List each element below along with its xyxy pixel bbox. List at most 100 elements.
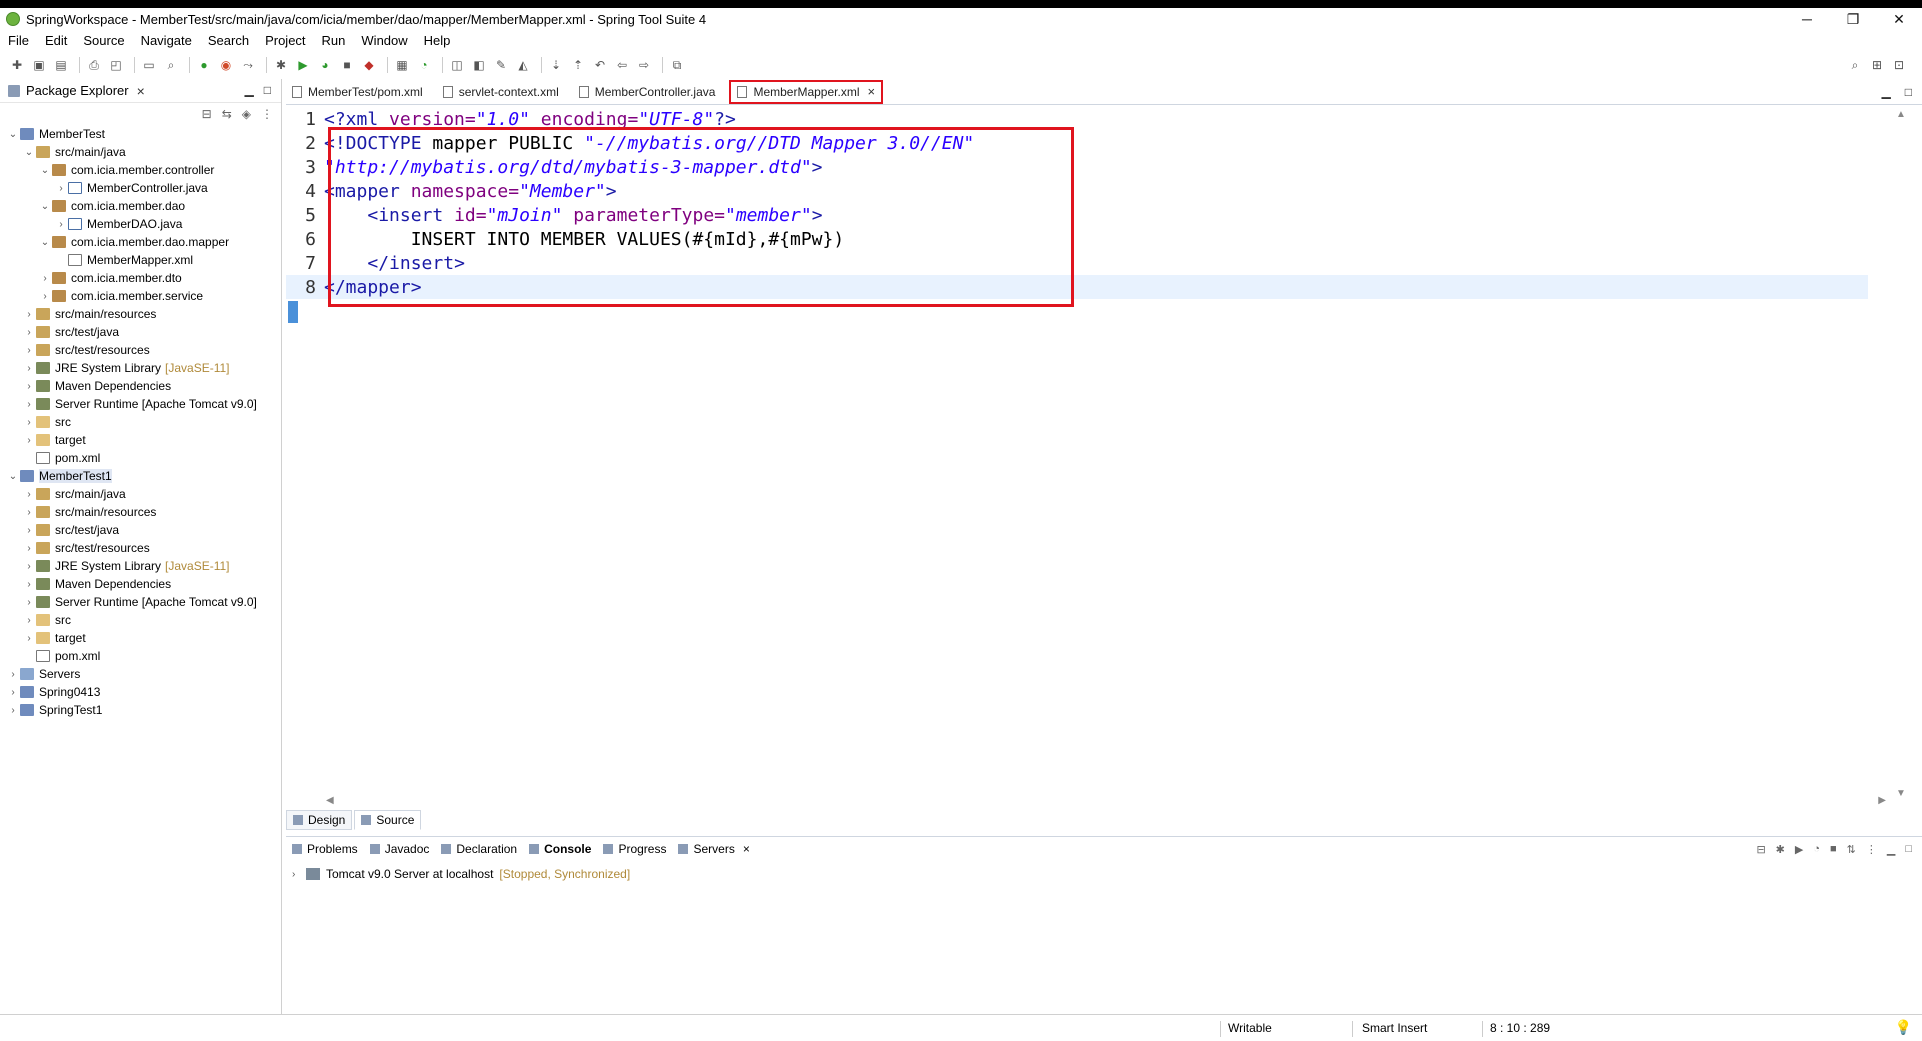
chevron-right-icon[interactable]: › bbox=[22, 417, 36, 428]
tree-item[interactable]: pom.xml bbox=[0, 449, 282, 467]
next-annotation-icon[interactable]: ⇣ bbox=[547, 56, 565, 74]
close-icon[interactable]: × bbox=[867, 84, 875, 99]
minimize-icon[interactable]: ▁ bbox=[245, 83, 254, 97]
tree-item[interactable]: › target bbox=[0, 431, 282, 449]
focus-icon[interactable]: ◈ bbox=[242, 107, 251, 121]
new-class-icon[interactable]: ◔ bbox=[415, 56, 433, 74]
tree-item[interactable]: ⌄ com.icia.member.controller bbox=[0, 161, 282, 179]
chevron-right-icon[interactable]: › bbox=[22, 345, 36, 356]
debug-server-icon[interactable]: ✱ bbox=[1776, 843, 1785, 856]
tree-item[interactable]: › com.icia.member.dto bbox=[0, 269, 282, 287]
open-type-icon[interactable]: ◰ bbox=[107, 56, 125, 74]
spring-icon[interactable]: ◉ bbox=[217, 56, 235, 74]
new-icon[interactable]: ✚ bbox=[8, 56, 26, 74]
maximize-icon[interactable]: □ bbox=[264, 83, 271, 97]
stop-server-icon[interactable]: ■ bbox=[1830, 843, 1837, 856]
tree-item[interactable]: › JRE System Library [JavaSE-11] bbox=[0, 359, 282, 377]
tab-source[interactable]: Source bbox=[354, 810, 422, 830]
menu-navigate[interactable]: Navigate bbox=[141, 33, 192, 48]
menu-window[interactable]: Window bbox=[361, 33, 407, 48]
scroll-left-icon[interactable]: ◀ bbox=[326, 795, 334, 806]
start-server-icon[interactable]: ▶ bbox=[1795, 843, 1803, 856]
editor-tab[interactable]: MemberMapper.xml × bbox=[729, 79, 884, 104]
menu-source[interactable]: Source bbox=[83, 33, 124, 48]
chevron-right-icon[interactable]: › bbox=[38, 273, 52, 284]
menu-project[interactable]: Project bbox=[265, 33, 305, 48]
tree-item[interactable]: › src/test/resources bbox=[0, 341, 282, 359]
print-icon[interactable]: ⎙ bbox=[85, 56, 103, 74]
tree-item[interactable]: MemberMapper.xml bbox=[0, 251, 282, 269]
tab-design[interactable]: Design bbox=[286, 810, 353, 830]
java-perspective-icon[interactable]: ⊡ bbox=[1890, 56, 1908, 74]
last-edit-icon[interactable]: ↶ bbox=[591, 56, 609, 74]
forward-icon[interactable]: ⇨ bbox=[635, 56, 653, 74]
chevron-down-icon[interactable]: ⌄ bbox=[22, 147, 36, 158]
tree-item[interactable]: › Spring0413 bbox=[0, 683, 282, 701]
tree-item[interactable]: › JRE System Library [JavaSE-11] bbox=[0, 557, 282, 575]
chevron-down-icon[interactable]: ⌄ bbox=[6, 129, 20, 140]
menu-file[interactable]: File bbox=[8, 33, 29, 48]
tree-item[interactable]: › src/test/java bbox=[0, 521, 282, 539]
console-icon[interactable]: ▭ bbox=[140, 56, 158, 74]
tree-item[interactable]: › SpringTest1 bbox=[0, 701, 282, 719]
chevron-right-icon[interactable]: › bbox=[22, 561, 36, 572]
minimize-button[interactable]: ─ bbox=[1784, 8, 1830, 30]
minimize-icon[interactable]: ▁ bbox=[1887, 843, 1895, 856]
expand-icon[interactable]: › bbox=[292, 869, 306, 880]
chevron-right-icon[interactable]: › bbox=[54, 219, 68, 230]
tree-item[interactable]: pom.xml bbox=[0, 647, 282, 665]
scroll-up-icon[interactable]: ▲ bbox=[1896, 109, 1906, 120]
chevron-right-icon[interactable]: › bbox=[54, 183, 68, 194]
search-tool-icon[interactable]: ⌕ bbox=[162, 56, 180, 74]
tree-item[interactable]: ⌄ com.icia.member.dao bbox=[0, 197, 282, 215]
debug-icon[interactable]: ✱ bbox=[272, 56, 290, 74]
annotation-icon[interactable]: ◭ bbox=[514, 56, 532, 74]
chevron-right-icon[interactable]: › bbox=[6, 669, 20, 680]
view-menu-icon[interactable]: ⋮ bbox=[1866, 843, 1877, 856]
tree-item[interactable]: › Server Runtime [Apache Tomcat v9.0] bbox=[0, 395, 282, 413]
new-package-icon[interactable]: ▦ bbox=[393, 56, 411, 74]
open-file-icon[interactable]: ◧ bbox=[470, 56, 488, 74]
tree-item[interactable]: › Server Runtime [Apache Tomcat v9.0] bbox=[0, 593, 282, 611]
lightbulb-icon[interactable]: 💡 bbox=[1895, 1019, 1912, 1036]
tree-item[interactable]: › Servers bbox=[0, 665, 282, 683]
coverage-icon[interactable]: ◕ bbox=[316, 56, 334, 74]
save-all-icon[interactable]: ▤ bbox=[52, 56, 70, 74]
chevron-right-icon[interactable]: › bbox=[22, 489, 36, 500]
tree-item[interactable]: › src bbox=[0, 413, 282, 431]
tree-item[interactable]: › src/main/resources bbox=[0, 305, 282, 323]
chevron-right-icon[interactable]: › bbox=[22, 399, 36, 410]
publish-icon[interactable]: ⇅ bbox=[1847, 843, 1856, 856]
chevron-right-icon[interactable]: › bbox=[22, 363, 36, 374]
pen-icon[interactable]: ✎ bbox=[492, 56, 510, 74]
back-icon[interactable]: ⇦ bbox=[613, 56, 631, 74]
stop-icon[interactable]: ■ bbox=[338, 56, 356, 74]
chevron-right-icon[interactable]: › bbox=[22, 525, 36, 536]
tree-item[interactable]: ⌄ MemberTest bbox=[0, 125, 282, 143]
close-icon[interactable]: × bbox=[743, 842, 750, 856]
chevron-down-icon[interactable]: ⌄ bbox=[6, 471, 20, 482]
tree-item[interactable]: › src bbox=[0, 611, 282, 629]
tree-item[interactable]: › target bbox=[0, 629, 282, 647]
vertical-scrollbar[interactable]: ▲ ▼ bbox=[1896, 109, 1906, 799]
chevron-right-icon[interactable]: › bbox=[22, 579, 36, 590]
tree-item[interactable]: › com.icia.member.service bbox=[0, 287, 282, 305]
link-with-editor-icon[interactable]: ⇆ bbox=[222, 107, 232, 121]
search-icon[interactable]: ⌕ bbox=[1846, 56, 1864, 74]
chevron-down-icon[interactable]: ⌄ bbox=[38, 165, 52, 176]
editor-tab[interactable]: MemberTest/pom.xml bbox=[286, 80, 437, 104]
view-menu-icon[interactable]: ⋮ bbox=[261, 107, 273, 121]
save-icon[interactable]: ▣ bbox=[30, 56, 48, 74]
maximize-icon[interactable]: □ bbox=[1905, 85, 1912, 99]
chevron-right-icon[interactable]: › bbox=[22, 615, 36, 626]
tree-item[interactable]: › src/test/java bbox=[0, 323, 282, 341]
code-editor[interactable]: 1 <?xml version="1.0" encoding="UTF-8"?> 2… bbox=[286, 105, 1896, 795]
chevron-right-icon[interactable]: › bbox=[38, 291, 52, 302]
tree-item[interactable]: ⌄ com.icia.member.dao.mapper bbox=[0, 233, 282, 251]
view-tab-declaration[interactable]: Declaration bbox=[441, 842, 517, 856]
maximize-button[interactable]: ❐ bbox=[1830, 8, 1876, 30]
menu-help[interactable]: Help bbox=[424, 33, 451, 48]
package-explorer-tab[interactable]: Package Explorer × bbox=[8, 83, 145, 99]
tree-item[interactable]: › Maven Dependencies bbox=[0, 575, 282, 593]
chevron-down-icon[interactable]: ⌄ bbox=[38, 237, 52, 248]
